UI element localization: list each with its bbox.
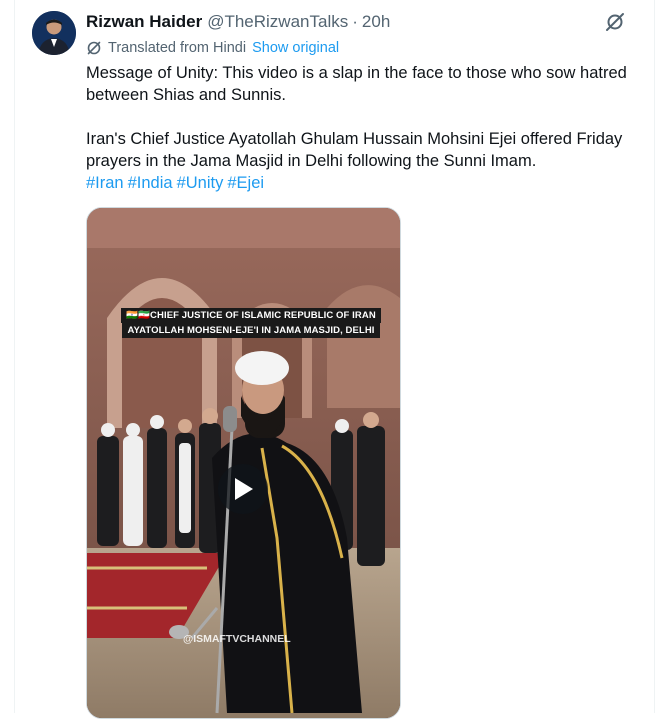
- translate-icon: [87, 41, 101, 55]
- tweet-timestamp[interactable]: 20h: [362, 12, 390, 32]
- tweet-video[interactable]: 🇮🇳🇮🇷CHIEF JUSTICE OF ISLAMIC REPUBLIC OF…: [86, 207, 401, 719]
- play-button[interactable]: [218, 464, 268, 514]
- play-icon: [235, 478, 253, 500]
- author-handle[interactable]: @TheRizwanTalks: [207, 12, 348, 32]
- video-watermark: @ISMAFTVCHANNEL: [183, 633, 291, 645]
- hashtag-list: #Iran #India #Unity #Ejei: [86, 172, 646, 194]
- timeline-right-border: [654, 0, 655, 713]
- show-original-link[interactable]: Show original: [252, 40, 339, 56]
- video-caption: 🇮🇳🇮🇷CHIEF JUSTICE OF ISLAMIC REPUBLIC OF…: [117, 308, 385, 338]
- tweet-text-paragraph-1: Message of Unity: This video is a slap i…: [86, 64, 627, 104]
- tweet-text: Message of Unity: This video is a slap i…: [86, 62, 646, 194]
- grok-icon[interactable]: [603, 10, 627, 34]
- translation-notice: Translated from Hindi Show original: [86, 38, 339, 58]
- hashtag-unity[interactable]: #Unity: [177, 174, 224, 192]
- tweet-header: Rizwan Haider @TheRizwanTalks · 20h: [86, 11, 390, 33]
- video-caption-line-2: AYATOLLAH MOHSENI-EJE'I IN JAMA MASJID, …: [122, 323, 380, 338]
- timeline-left-border: [14, 0, 15, 713]
- hashtag-india[interactable]: #India: [128, 174, 173, 192]
- hashtag-ejei[interactable]: #Ejei: [227, 174, 264, 192]
- author-display-name[interactable]: Rizwan Haider: [86, 12, 202, 32]
- hashtag-iran[interactable]: #Iran: [86, 174, 124, 192]
- tweet-text-paragraph-2: Iran's Chief Justice Ayatollah Ghulam Hu…: [86, 130, 623, 170]
- header-separator: ·: [352, 12, 358, 31]
- translation-label: Translated from Hindi: [108, 40, 247, 56]
- video-caption-line-1: 🇮🇳🇮🇷CHIEF JUSTICE OF ISLAMIC REPUBLIC OF…: [121, 308, 381, 323]
- author-avatar[interactable]: [32, 11, 76, 55]
